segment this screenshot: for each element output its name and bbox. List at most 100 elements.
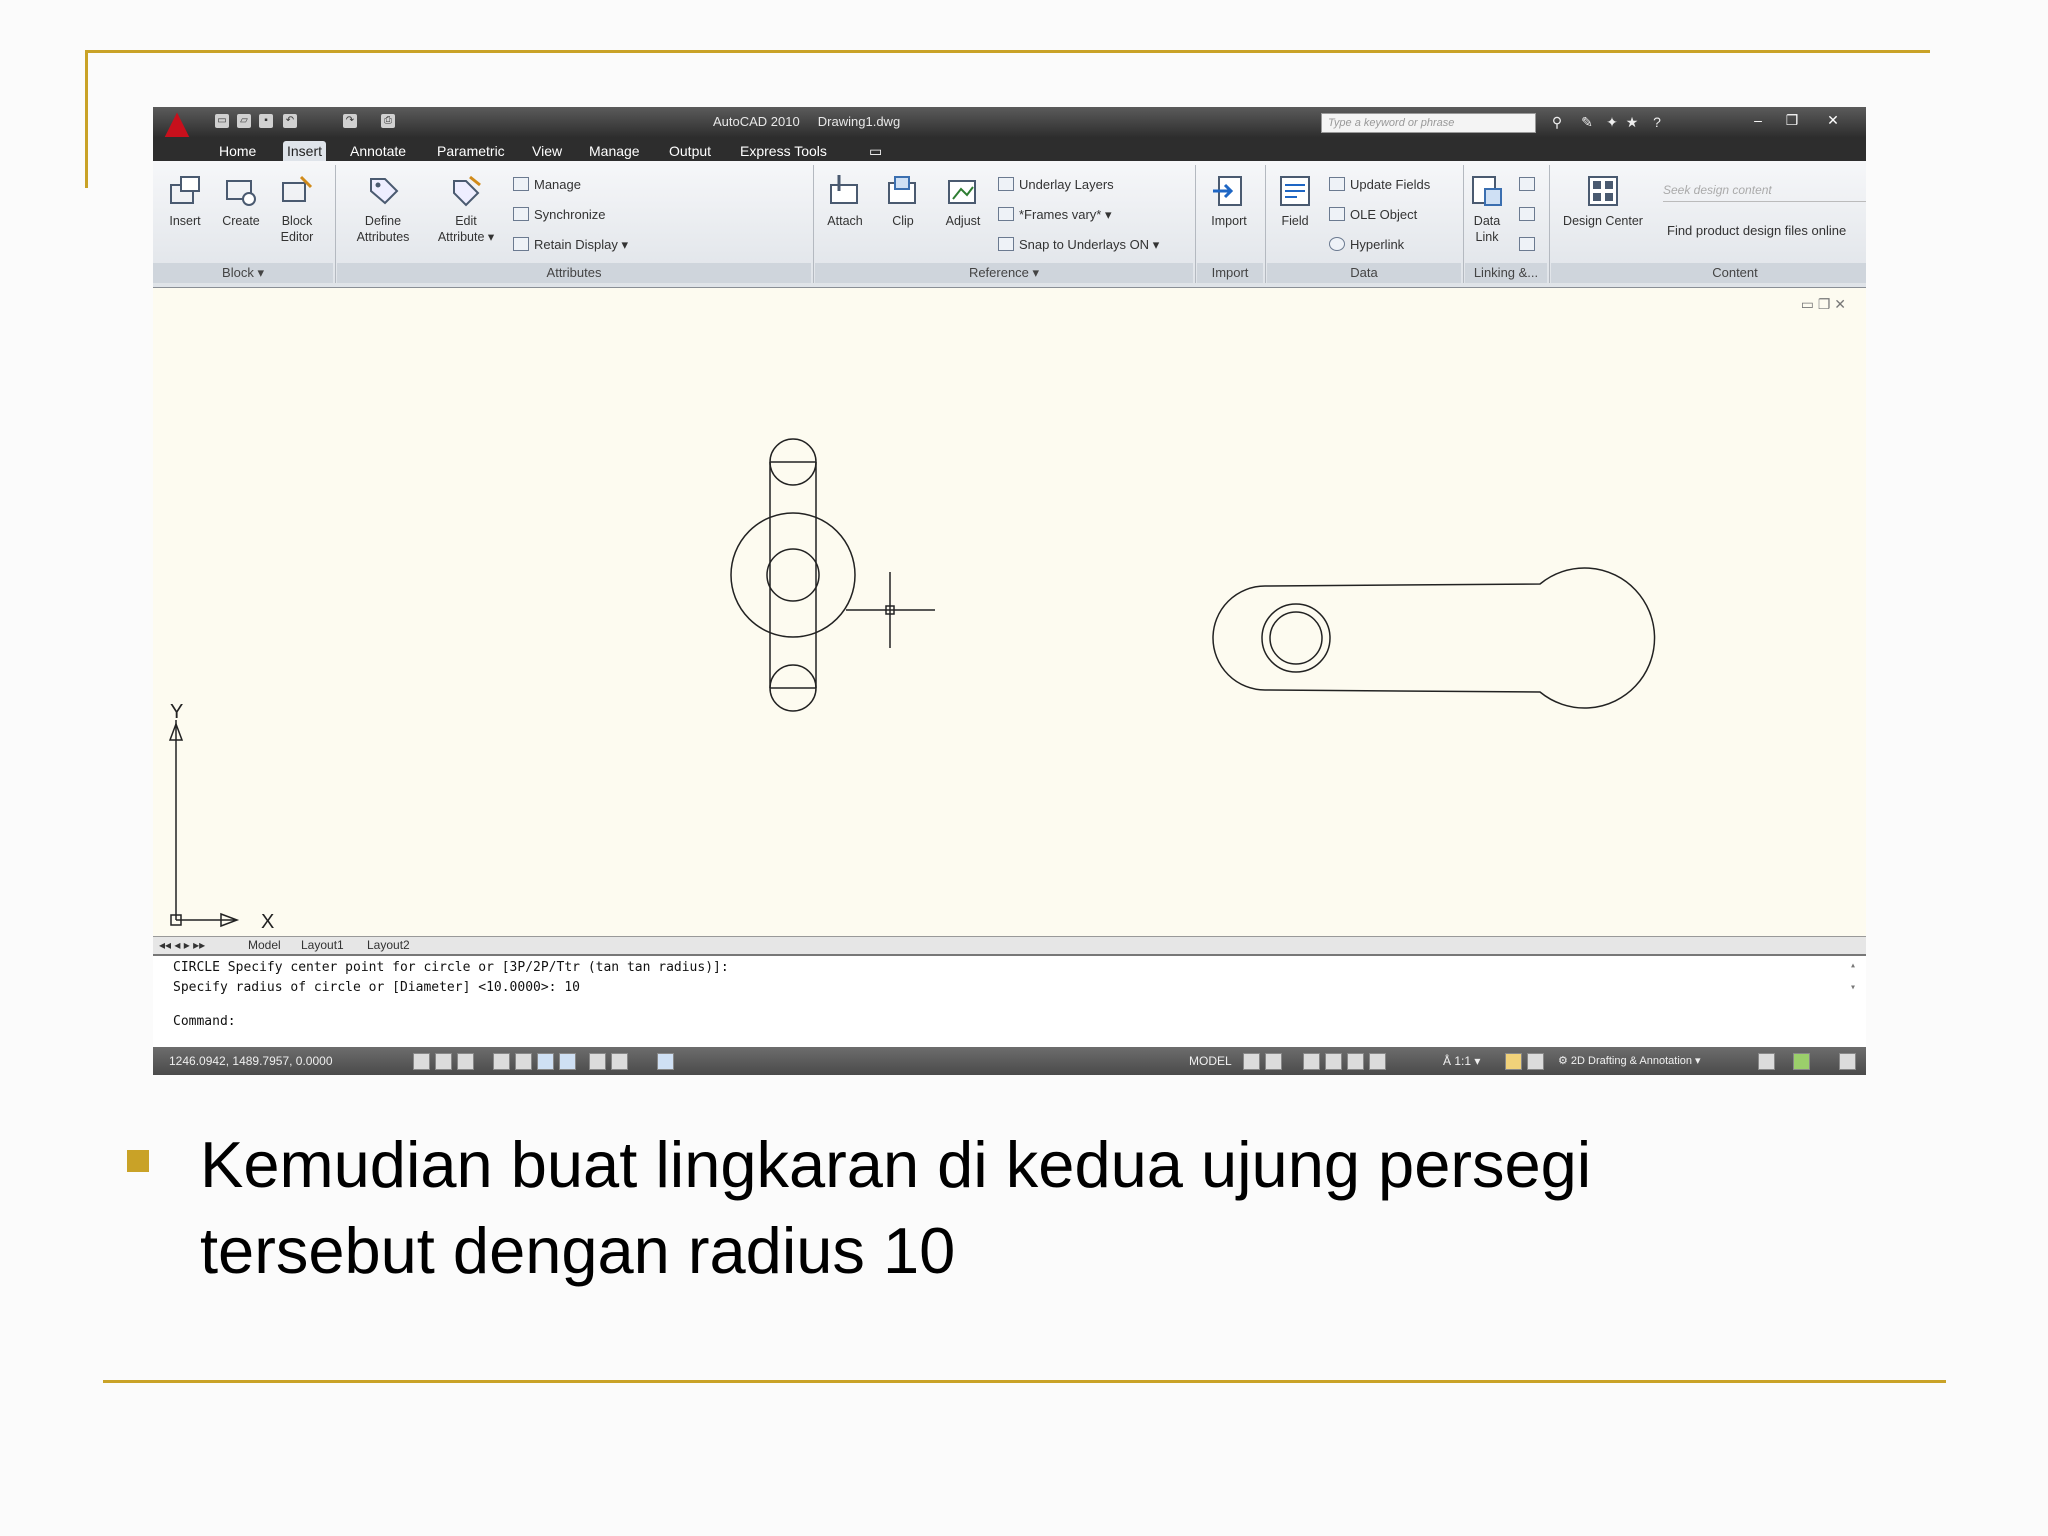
drawing-canvas[interactable]: ▭ ❐ ✕ Y X <box>153 288 1866 936</box>
zoom-icon[interactable] <box>1325 1053 1342 1070</box>
tab-layout2[interactable]: Layout2 <box>367 938 410 952</box>
tab-output[interactable]: Output <box>665 141 715 161</box>
tab-home[interactable]: Home <box>215 141 260 161</box>
lock-icon[interactable] <box>1758 1053 1775 1070</box>
snap-icon <box>998 237 1014 251</box>
help-icon[interactable]: ? <box>1648 113 1666 131</box>
tab-nav-arrows[interactable]: ◂◂ ◂ ▸ ▸▸ <box>159 938 205 952</box>
favorites-icon[interactable]: ★ <box>1623 113 1641 131</box>
block-editor-button[interactable]: Block Editor <box>275 173 319 245</box>
tab-annotate[interactable]: Annotate <box>346 141 410 161</box>
attach-button[interactable]: Attach <box>817 173 873 229</box>
annotation-scale-dropdown[interactable]: Å 1:1 ▾ <box>1443 1054 1480 1068</box>
steering-wheel-icon[interactable] <box>1347 1053 1364 1070</box>
import-button[interactable]: Import <box>1199 173 1259 229</box>
extract-data-icon[interactable] <box>1519 237 1540 253</box>
model-space-button[interactable]: MODEL <box>1189 1054 1232 1068</box>
underlay-layers-button[interactable]: Underlay Layers <box>998 177 1114 193</box>
create-block-button[interactable]: Create <box>219 173 263 229</box>
manage-attributes-button[interactable]: Manage <box>513 177 581 193</box>
tab-insert[interactable]: Insert <box>283 141 327 161</box>
attach-icon <box>830 175 858 204</box>
hardware-acceleration-icon[interactable] <box>1793 1053 1810 1070</box>
find-product-design-link[interactable]: Find product design files online <box>1667 223 1846 239</box>
plot-icon[interactable]: ⎙ <box>381 114 395 128</box>
edit-tag-icon <box>453 175 481 207</box>
ribbon-toggle-icon[interactable]: ▭ <box>865 141 886 161</box>
synchronize-button[interactable]: Synchronize <box>513 207 606 223</box>
tab-model[interactable]: Model <box>248 938 281 952</box>
field-button[interactable]: Field <box>1269 173 1321 229</box>
workspace-switcher[interactable]: ⚙ 2D Drafting & Annotation ▾ <box>1558 1054 1701 1067</box>
showmotion-icon[interactable] <box>1369 1053 1386 1070</box>
update-fields-button[interactable]: Update Fields <box>1329 177 1430 193</box>
tab-parametric[interactable]: Parametric <box>433 141 509 161</box>
define-attributes-button[interactable]: Define Attributes <box>343 173 423 245</box>
dyn-toggle-icon[interactable] <box>589 1053 606 1070</box>
restore-button[interactable]: ❐ <box>1777 110 1807 130</box>
polar-toggle-icon[interactable] <box>493 1053 510 1070</box>
edit-attribute-button[interactable]: Edit Attribute ▾ <box>431 173 501 245</box>
ribbon: Insert Create Block Editor Block ▾ Defin… <box>153 161 1866 288</box>
grid-toggle-icon[interactable] <box>435 1053 452 1070</box>
tab-manage[interactable]: Manage <box>585 141 644 161</box>
help-search-input[interactable]: Type a keyword or phrase <box>1321 113 1536 133</box>
open-icon[interactable]: ▱ <box>237 114 251 128</box>
upload-link-icon[interactable] <box>1519 207 1540 223</box>
ducs-toggle-icon[interactable] <box>559 1053 576 1070</box>
drawing-quickview-icon[interactable] <box>1265 1053 1282 1070</box>
communication-icon[interactable]: ✎ <box>1578 113 1596 131</box>
command-prompt[interactable]: Command: <box>173 1014 236 1029</box>
snap-underlays-dropdown[interactable]: Snap to Underlays ON ▾ <box>998 237 1159 253</box>
osnap-toggle-icon[interactable] <box>515 1053 532 1070</box>
tab-view[interactable]: View <box>528 141 566 161</box>
command-scrollbar[interactable]: ▴ ▾ <box>1850 960 1860 1004</box>
insert-block-button[interactable]: Insert <box>163 173 207 229</box>
hyperlink-icon <box>1329 237 1345 251</box>
data-link-button[interactable]: Data Link <box>1465 173 1509 245</box>
hyperlink-button[interactable]: Hyperlink <box>1329 237 1404 253</box>
otrack-toggle-icon[interactable] <box>537 1053 554 1070</box>
command-window[interactable]: CIRCLE Specify center point for circle o… <box>153 954 1866 1056</box>
block-panel-title[interactable]: Block ▾ <box>153 263 333 283</box>
keyhole-link-object <box>1212 567 1656 709</box>
retain-display-button[interactable]: Retain Display ▾ <box>513 237 628 253</box>
tab-layout1[interactable]: Layout1 <box>301 938 344 952</box>
clean-screen-icon[interactable] <box>1839 1053 1856 1070</box>
minimize-button[interactable]: – <box>1743 110 1773 130</box>
frames-vary-dropdown[interactable]: *Frames vary* ▾ <box>998 207 1112 223</box>
bullet-square <box>127 1150 149 1172</box>
snap-toggle-icon[interactable] <box>413 1053 430 1070</box>
edit-label-2: Attribute <box>437 230 485 244</box>
synchronize-label: Synchronize <box>534 207 606 222</box>
binoculars-icon[interactable]: ⚲ <box>1548 113 1566 131</box>
adjust-icon <box>948 180 976 204</box>
undo-icon[interactable]: ↶ <box>283 114 297 128</box>
manage-label: Manage <box>534 177 581 192</box>
insert-label: Insert <box>169 214 201 228</box>
adjust-button[interactable]: Adjust <box>935 173 991 229</box>
coordinates-readout[interactable]: 1246.0942, 1489.7957, 0.0000 <box>169 1054 333 1068</box>
download-link-icon[interactable] <box>1519 177 1540 193</box>
subscription-icon[interactable]: ✦ <box>1603 113 1621 131</box>
ortho-toggle-icon[interactable] <box>457 1053 474 1070</box>
ole-object-button[interactable]: OLE Object <box>1329 207 1417 223</box>
underlay-layers-icon <box>998 177 1014 191</box>
save-icon[interactable]: ▪ <box>259 114 273 128</box>
autoscale-icon[interactable] <box>1527 1053 1544 1070</box>
pan-icon[interactable] <box>1303 1053 1320 1070</box>
qp-toggle-icon[interactable] <box>657 1053 674 1070</box>
clip-button[interactable]: Clip <box>877 173 929 229</box>
new-icon[interactable]: ▭ <box>215 114 229 128</box>
layout-quickview-icon[interactable] <box>1243 1053 1260 1070</box>
close-button[interactable]: ✕ <box>1818 110 1848 130</box>
field-label: Field <box>1281 214 1309 228</box>
redo-icon[interactable]: ↷ <box>343 114 357 128</box>
reference-panel-title[interactable]: Reference ▾ <box>815 263 1193 283</box>
tab-express-tools[interactable]: Express Tools <box>736 141 831 161</box>
lineweight-toggle-icon[interactable] <box>611 1053 628 1070</box>
design-center-button[interactable]: Design Center <box>1553 173 1653 229</box>
data-link-icon <box>1472 176 1502 206</box>
seek-design-content-input[interactable]: Seek design content <box>1663 179 1866 202</box>
annotation-visibility-icon[interactable] <box>1505 1053 1522 1070</box>
